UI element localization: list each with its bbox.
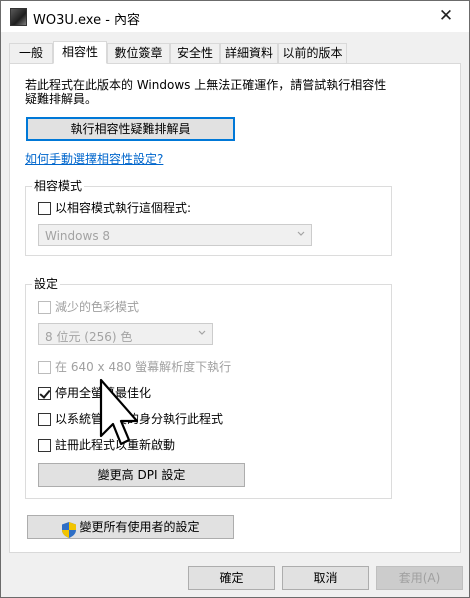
properties-window: WO3U.exe - 內容 ✕ 一般 相容性 數位簽章 安全性 詳細資料 以前的… [0,0,470,598]
manual-settings-link[interactable]: 如何手動選擇相容性設定? [25,150,163,167]
chevron-down-icon [297,231,305,236]
app-icon [10,8,27,26]
register-restart-row[interactable]: 註冊此程式以重新啟動 [38,438,268,454]
os-version-value: Windows 8 [45,229,111,243]
title-bar: WO3U.exe - 內容 ✕ [1,1,469,32]
color-depth-value: 8 位元 (256) 色 [45,330,133,344]
color-depth-select: 8 位元 (256) 色 [38,323,213,345]
close-icon[interactable]: ✕ [431,4,461,28]
apply-button: 套用(A) [376,566,463,590]
tab-details[interactable]: 詳細資料 [220,43,278,63]
tab-compatibility[interactable]: 相容性 [53,41,107,64]
compat-mode-checkbox-row[interactable]: 以相容模式執行這個程式: [38,201,238,217]
tab-digital-signatures[interactable]: 數位簽章 [107,43,170,63]
intro-line-2: 疑難排解員。 [25,92,98,106]
settings-group: 設定 減少的色彩模式 8 位元 (256) 色 在 640 x 480 螢幕解析… [25,277,392,499]
res640-label: 在 640 x 480 螢幕解析度下執行 [55,360,232,374]
settings-title: 設定 [32,277,61,291]
reduced-color-label: 減少的色彩模式 [55,300,140,314]
change-dpi-button[interactable]: 變更高 DPI 設定 [38,463,245,487]
run-as-admin-row[interactable]: 以系統管理員的身分執行此程式 [38,412,268,428]
tab-general[interactable]: 一般 [9,43,53,63]
window-title: WO3U.exe - 內容 [33,13,141,28]
run-as-admin-checkbox[interactable] [38,413,51,426]
uac-shield-icon [62,522,76,538]
reduced-color-checkbox [38,301,51,314]
tab-security[interactable]: 安全性 [170,43,220,63]
compat-mode-label: 以相容模式執行這個程式: [55,201,192,215]
change-all-users-label: 變更所有使用者的設定 [79,520,200,534]
mouse-cursor-icon [99,378,139,446]
os-version-select[interactable]: Windows 8 [38,224,312,246]
cancel-button[interactable]: 取消 [282,566,369,590]
res640-checkbox [38,361,51,374]
compat-mode-title: 相容模式 [32,179,85,193]
run-as-admin-label: 以系統管理員的身分執行此程式 [55,412,224,426]
compat-mode-group: 相容模式 以相容模式執行這個程式: Windows 8 [25,179,392,256]
compat-mode-checkbox[interactable] [38,202,51,215]
tab-previous-versions[interactable]: 以前的版本 [278,43,347,63]
fullscreen-opt-checkbox[interactable] [38,387,51,400]
ok-button[interactable]: 確定 [188,566,275,590]
reduced-color-row: 減少的色彩模式 [38,300,238,316]
intro-line-1: 若此程式在此版本的 Windows 上無法正確運作，請嘗試執行相容性 [25,78,387,92]
intro-text: 若此程式在此版本的 Windows 上無法正確運作，請嘗試執行相容性 疑難排解員… [25,78,405,106]
res640-row: 在 640 x 480 螢幕解析度下執行 [38,360,268,376]
chevron-down-icon [198,330,206,335]
compatibility-panel: 若此程式在此版本的 Windows 上無法正確運作，請嘗試執行相容性 疑難排解員… [9,63,461,553]
register-restart-checkbox[interactable] [38,439,51,452]
run-troubleshooter-button[interactable]: 執行相容性疑難排解員 [26,117,235,141]
change-all-users-button[interactable]: 變更所有使用者的設定 [27,515,234,539]
